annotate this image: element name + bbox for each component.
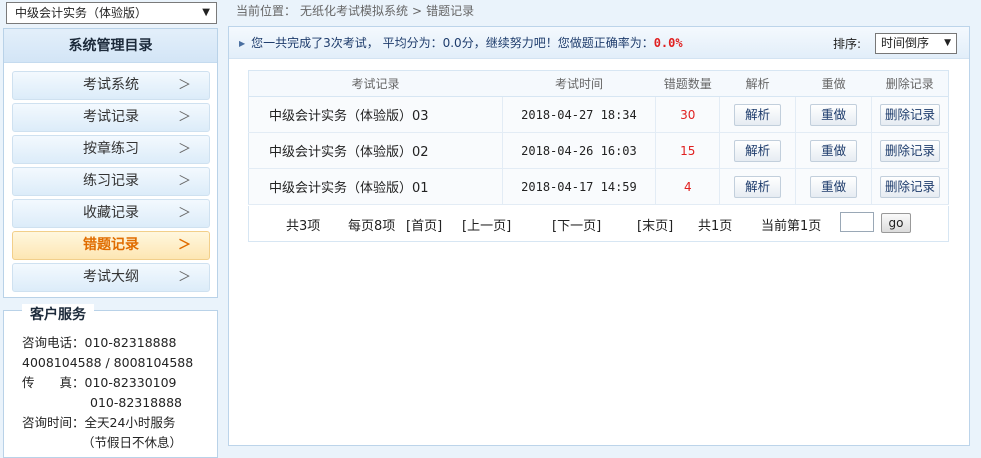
current-page: 当前第1页 [761, 219, 822, 234]
table-header-row: 考试记录 考试时间 错题数量 解析 重做 删除记录 [248, 70, 949, 97]
sort-label: 排序: [833, 37, 862, 51]
service-info: 咨询电话：010-82318888 4008104588 / 800810458… [22, 333, 193, 453]
nav-item-label: 考试大纲 [83, 269, 139, 285]
delete-record-button[interactable]: 删除记录 [880, 103, 941, 126]
nav-item-exam-syllabus[interactable]: 考试大纲 ＞ [12, 263, 210, 292]
nav-panel: 系统管理目录 考试系统 ＞ 考试记录 ＞ 按章练习 ＞ 练习记录 ＞ 收藏记录 … [3, 28, 218, 298]
wrong-count: 30 [655, 96, 720, 133]
analyze-button[interactable]: 解析 [734, 139, 782, 162]
exam-time: 2018-04-17 14:59 [501, 168, 656, 205]
redo-button[interactable]: 重做 [810, 175, 858, 198]
exam-record-name: 中级会计实务（体验版）01 [248, 168, 503, 205]
delete-record-button[interactable]: 删除记录 [880, 139, 941, 162]
wrong-question-records-table: 考试记录 考试时间 错题数量 解析 重做 删除记录 中级会计实务（体验版）03 … [248, 70, 949, 205]
table-row: 中级会计实务（体验版）01 2018-04-17 14:59 4 解析 重做 删… [248, 168, 949, 205]
nav-item-label: 按章练习 [83, 141, 139, 157]
phone-label: 咨询电话： [22, 335, 85, 350]
exam-record-name: 中级会计实务（体验版）02 [248, 132, 503, 169]
service-hours: 全天24小时服务 [84, 415, 176, 430]
service-title: 客户服务 [22, 304, 94, 324]
go-button[interactable]: go [881, 213, 911, 233]
next-page-link[interactable]: [下一页] [552, 215, 601, 234]
chevron-right-icon: ＞ [177, 174, 191, 189]
sort-select[interactable]: 时间倒序 ▼ [875, 33, 957, 54]
nav-item-label: 收藏记录 [83, 205, 139, 221]
summary-message: 您一共完成了3次考试， 平均分为：0.0分，继续努力吧！您做题正确率为： [251, 36, 654, 50]
chevron-right-icon: ＞ [177, 206, 191, 221]
chevron-right-icon: ＞ [177, 238, 191, 253]
column-header: 重做 [795, 70, 872, 97]
nav-title: 系统管理目录 [4, 29, 217, 63]
redo-button[interactable]: 重做 [810, 139, 858, 162]
chevron-right-icon: ＞ [177, 110, 191, 125]
breadcrumb-prefix: 当前位置： [236, 4, 297, 18]
wrong-count: 4 [655, 168, 720, 205]
exam-time: 2018-04-26 16:03 [501, 132, 656, 169]
hotline-numbers: 4008104588 / 8008104588 [22, 355, 194, 370]
pagination: 共3项 每页8项 [首页] [上一页] [下一页] [末页] 共1页 当前第1页… [248, 206, 949, 242]
nav-item-practice-records[interactable]: 练习记录 ＞ [12, 167, 210, 196]
nav-item-exam-records[interactable]: 考试记录 ＞ [12, 103, 210, 132]
items-per-page: 每页8项 [348, 219, 396, 234]
redo-button[interactable]: 重做 [810, 103, 858, 126]
customer-service-panel: 客户服务 咨询电话：010-82318888 4008104588 / 8008… [3, 304, 218, 458]
page-number-input[interactable] [840, 212, 874, 232]
nav-item-label: 考试系统 [83, 77, 139, 93]
nav-item-label: 考试记录 [83, 109, 139, 125]
dropdown-arrow-icon: ▼ [944, 38, 951, 48]
triangle-right-icon: ▶ [239, 39, 246, 48]
fax-number-2: 010-82318888 [90, 395, 182, 410]
nav-item-chapter-practice[interactable]: 按章练习 ＞ [12, 135, 210, 164]
delete-record-button[interactable]: 删除记录 [880, 175, 941, 198]
breadcrumb-current: 错题记录 [426, 4, 475, 18]
total-items: 共3项 [286, 219, 321, 234]
nav-item-label: 练习记录 [83, 173, 139, 189]
dropdown-arrow-icon: ▼ [202, 7, 210, 18]
breadcrumb: 当前位置： 无纸化考试模拟系统 > 错题记录 [236, 2, 478, 20]
column-header: 考试时间 [502, 70, 656, 97]
nav-item-label: 错题记录 [83, 237, 139, 253]
chevron-right-icon: ＞ [177, 78, 191, 93]
chevron-right-icon: ＞ [177, 142, 191, 157]
analyze-button[interactable]: 解析 [734, 175, 782, 198]
last-page-link[interactable]: [末页] [637, 215, 673, 234]
subject-select-value: 中级会计实务（体验版） [15, 6, 148, 20]
column-header: 考试记录 [248, 70, 503, 97]
holiday-note: （节假日不休息） [82, 435, 183, 450]
subject-select[interactable]: 中级会计实务（体验版） ▼ [6, 2, 217, 24]
nav-item-favorites[interactable]: 收藏记录 ＞ [12, 199, 210, 228]
accuracy-rate: 0.0% [653, 36, 683, 50]
summary-text: ▶ 您一共完成了3次考试， 平均分为：0.0分，继续努力吧！您做题正确率为：0.0… [239, 34, 683, 51]
main-panel: ▶ 您一共完成了3次考试， 平均分为：0.0分，继续努力吧！您做题正确率为：0.0… [228, 26, 970, 446]
first-page-link[interactable]: [首页] [406, 215, 442, 234]
column-header: 错题数量 [655, 70, 720, 97]
chevron-right-icon: ＞ [177, 270, 191, 285]
breadcrumb-root[interactable]: 无纸化考试模拟系统 [300, 4, 408, 18]
nav-list: 考试系统 ＞ 考试记录 ＞ 按章练习 ＞ 练习记录 ＞ 收藏记录 ＞ 错题记录 … [12, 71, 210, 295]
hours-label: 咨询时间： [22, 415, 85, 430]
table-row: 中级会计实务（体验版）03 2018-04-27 18:34 30 解析 重做 … [248, 96, 949, 133]
nav-item-wrong-questions[interactable]: 错题记录 ＞ [12, 231, 210, 260]
phone-number: 010-82318888 [84, 335, 177, 350]
table-row: 中级会计实务（体验版）02 2018-04-26 16:03 15 解析 重做 … [248, 132, 949, 169]
previous-page-link[interactable]: [上一页] [462, 215, 511, 234]
total-pages: 共1页 [698, 219, 733, 234]
column-header: 解析 [719, 70, 796, 97]
summary-bar: ▶ 您一共完成了3次考试， 平均分为：0.0分，继续努力吧！您做题正确率为：0.0… [229, 27, 969, 59]
fax-label: 传 真： [22, 375, 85, 390]
breadcrumb-separator: > [412, 4, 423, 18]
sort-select-value: 时间倒序 [881, 36, 930, 50]
wrong-count: 15 [655, 132, 720, 169]
fax-number: 010-82330109 [84, 375, 177, 390]
column-header: 删除记录 [871, 70, 949, 97]
nav-item-exam-system[interactable]: 考试系统 ＞ [12, 71, 210, 100]
analyze-button[interactable]: 解析 [734, 103, 782, 126]
exam-time: 2018-04-27 18:34 [501, 96, 656, 133]
exam-record-name: 中级会计实务（体验版）03 [248, 96, 503, 133]
